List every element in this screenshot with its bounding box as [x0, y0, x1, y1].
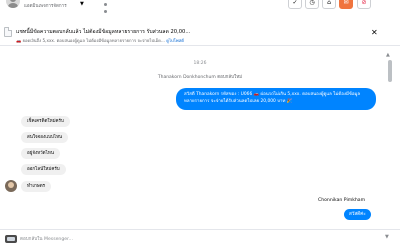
view-post-link[interactable]: ดูไปโพสต์ — [166, 38, 184, 43]
incoming-message-bubble: สนใจจองแบบไหน — [21, 132, 69, 143]
document-icon — [4, 27, 12, 37]
page-avatar — [5, 235, 17, 243]
incoming-message-bubble: ทำเกษตร — [21, 181, 52, 192]
outgoing-message-bubble: สวัสดี Thanakorn รหัสของ : U066 🚗 ผ่อนรถ… — [176, 88, 376, 110]
scroll-down-arrow-icon[interactable]: ▼ — [385, 234, 389, 240]
customer-avatar[interactable] — [5, 180, 17, 192]
agent-name: Chonnikan Pimkham — [318, 198, 366, 203]
incoming-message-bubble: อยู่จังหวัดไหน — [21, 148, 60, 159]
banner-subtitle: 🚗 ยอดเงินถึง 5,xxx. ตอบสนองผู้ดูแล ไม่ต้… — [16, 37, 184, 44]
account-name[interactable]: แอดมินเพจการจัดการ — [24, 2, 67, 9]
scroll-up-arrow-icon[interactable]: ▲ — [386, 52, 390, 58]
banner-title: แชทนี้มีข้อความตอบกลับแล้ว ไม่ต้องมีข้อม… — [16, 29, 191, 35]
ad-context-banner: แชทนี้มีข้อความตอบกลับแล้ว ไม่ต้องมีข้อม… — [0, 20, 400, 46]
mark-done-button[interactable]: ✓ — [288, 0, 302, 9]
assignment-notice: Thanakorn Donkhonchum ตอบกลับใหม่ — [157, 75, 243, 80]
conversation-header: แอดมินเพจการจัดการ ▼ ✓ ◷ ⌂ ✉ ⊘ — [0, 0, 400, 16]
account-avatar[interactable] — [6, 0, 20, 8]
outgoing-message-bubble: สวัสดีค่ะ — [344, 209, 371, 220]
more-options-icon[interactable] — [104, 0, 107, 16]
incoming-message-bubble: เช็คเครดิตใหม่ครับ — [21, 116, 70, 127]
message-timestamp: 18:26 — [193, 61, 207, 66]
close-icon[interactable]: ✕ — [371, 28, 378, 37]
account-dropdown-caret-icon[interactable]: ▼ — [80, 1, 84, 7]
message-composer: ▼ — [0, 229, 400, 250]
move-to-folder-button[interactable]: ⌂ — [322, 0, 336, 9]
incoming-message-bubble: ออกไลน์ใหม่ครับ — [21, 164, 66, 175]
mark-unread-button[interactable]: ✉ — [339, 0, 353, 9]
reply-input[interactable] — [20, 235, 360, 244]
follow-up-button[interactable]: ◷ — [305, 0, 319, 9]
banner-subtitle-text: 🚗 ยอดเงินถึง 5,xxx. ตอบสนองผู้ดูแล ไม่ต้… — [16, 38, 167, 43]
block-button[interactable]: ⊘ — [357, 0, 371, 9]
